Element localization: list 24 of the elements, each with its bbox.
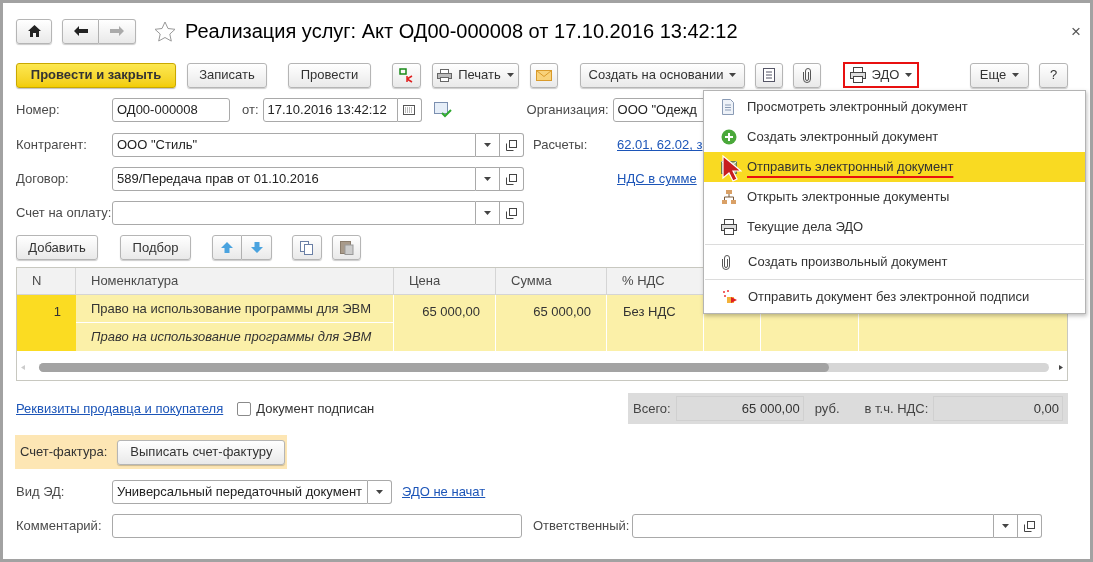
total-label: Всего: [633, 399, 671, 418]
vat-total-value: 0,00 [933, 396, 1063, 421]
table-cell: Право на использование программы для ЭВМ [76, 323, 394, 351]
invoice-label: Счет-фактура: [20, 443, 108, 462]
field-label: Контрагент: [16, 136, 88, 155]
vat-total-label: в т.ч. НДС: [864, 399, 929, 418]
table-cell: Без НДС [607, 295, 704, 351]
total-value: 65 000,00 [675, 396, 804, 421]
field-label: Счет на оплату: [16, 204, 112, 223]
field-label: Организация: [526, 101, 609, 120]
table-cell: 65 000,00 [394, 295, 496, 351]
window-title: Реализация услуг: Акт ОД00-000008 от 17.10.2016 13:42:12 [185, 19, 738, 44]
field-label: Договор: [16, 170, 70, 189]
field-label: Ответственный: [533, 517, 630, 536]
field-label: от: [242, 101, 259, 120]
table-cell: Право на использование программы для ЭВМ [76, 295, 394, 323]
table-cell: 1 [17, 295, 76, 351]
field-label: Расчеты: [533, 136, 589, 155]
table-cell: 65 000,00 [496, 295, 607, 351]
checkbox-label: Документ подписан [256, 399, 375, 418]
field-label: Комментарий: [16, 517, 103, 536]
currency-label: руб. [814, 399, 840, 418]
field-label: Вид ЭД: [16, 483, 66, 502]
field-label: Номер: [16, 101, 61, 120]
